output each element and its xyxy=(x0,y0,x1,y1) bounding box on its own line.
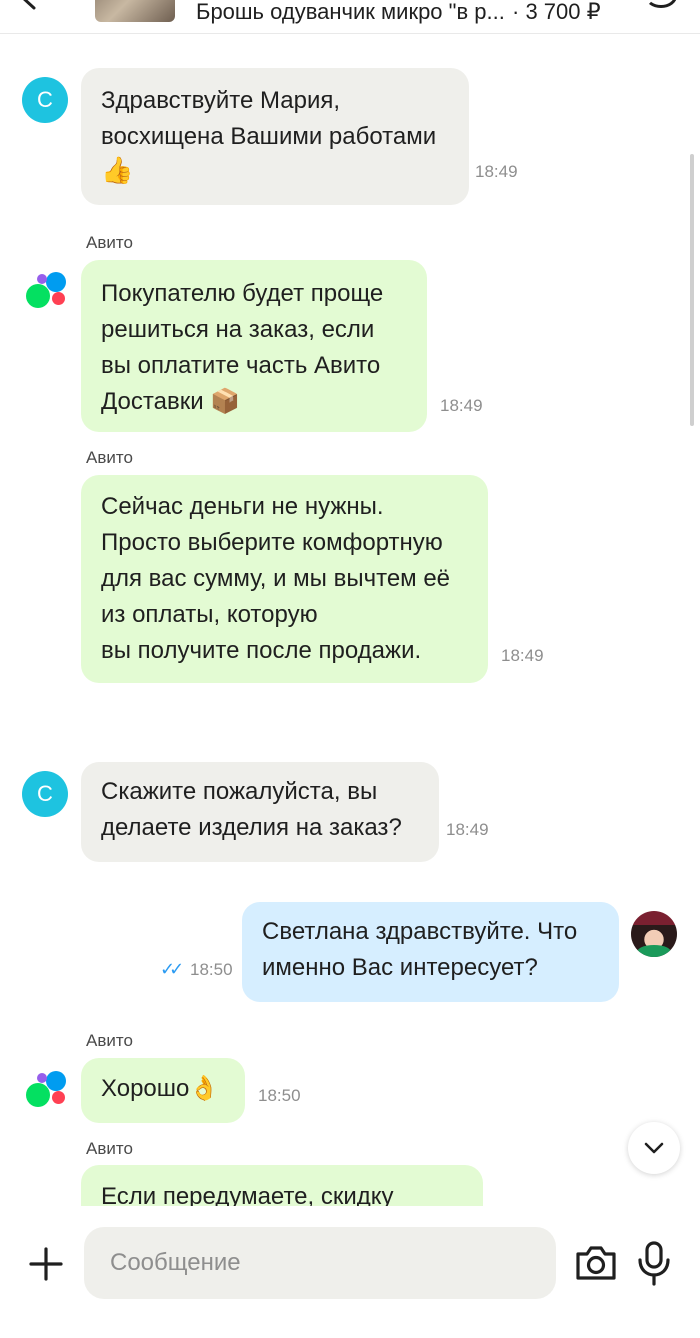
message-text: Хорошо👌 xyxy=(101,1075,220,1102)
chat-header: Брошь одуванчик микро "в р... · 3 700 ₽ xyxy=(0,0,700,34)
sender-avatar[interactable]: С xyxy=(22,77,68,123)
chevron-down-icon xyxy=(644,1142,664,1154)
message-bubble-system[interactable]: Покупателю будет проще решиться на заказ… xyxy=(81,260,427,432)
message-text: Скажите пожалуйста, вы xyxy=(101,778,378,805)
message-input-placeholder: Сообщение xyxy=(110,1249,241,1276)
camera-icon[interactable] xyxy=(574,1242,618,1284)
message-bubble-incoming[interactable]: Здравствуйте Мария, восхищена Вашими раб… xyxy=(81,68,469,205)
message-text: из оплаты, которую xyxy=(101,601,318,628)
read-checks-icon: ✓✓ xyxy=(160,959,184,979)
message-time: 18:50 xyxy=(190,960,233,979)
message-text: именно Вас интересует? xyxy=(262,954,538,981)
message-text: Просто выберите комфортную xyxy=(101,529,443,556)
message-time: 18:49 xyxy=(440,396,483,415)
message-text: Покупателю будет проще xyxy=(101,280,384,307)
sender-avatar[interactable]: С xyxy=(22,771,68,817)
message-text: вы получите после продажи. xyxy=(101,637,422,664)
microphone-icon[interactable] xyxy=(636,1240,672,1286)
avatar-letter: С xyxy=(37,781,53,806)
listing-price: · 3 700 ₽ xyxy=(512,0,601,24)
message-bubble-outgoing[interactable]: Светлана здравствуйте. Что именно Вас ин… xyxy=(242,902,619,1002)
message-bubble-system[interactable]: Сейчас деньги не нужны. Просто выберите … xyxy=(81,475,488,683)
scrollbar[interactable] xyxy=(690,154,694,426)
avito-logo-icon xyxy=(26,272,70,312)
listing-thumbnail[interactable] xyxy=(95,0,175,22)
message-composer: Сообщение xyxy=(0,1206,700,1338)
message-bubble-system[interactable]: Хорошо👌 xyxy=(81,1058,245,1123)
thumbs-up-icon: 👍 xyxy=(101,155,134,185)
avatar-letter: С xyxy=(37,87,53,112)
message-text: вы оплатите часть Авито xyxy=(101,352,381,379)
message-list[interactable]: С Здравствуйте Мария, восхищена Вашими р… xyxy=(0,34,700,1206)
message-bubble-incoming[interactable]: Скажите пожалуйста, вы делаете изделия н… xyxy=(81,762,439,862)
sender-name: Авито xyxy=(86,1139,133,1158)
message-text: Если передумаете, скидку xyxy=(101,1183,394,1206)
sender-name: Авито xyxy=(86,233,133,252)
scroll-down-button[interactable] xyxy=(628,1122,680,1174)
message-time: 18:50 xyxy=(258,1086,301,1105)
message-text: восхищена Вашими работами xyxy=(101,123,437,150)
sender-name: Авито xyxy=(86,448,133,467)
message-text: Светлана здравствуйте. Что xyxy=(262,918,578,945)
message-text: для вас сумму, и мы вычтем её xyxy=(101,565,451,592)
message-time: 18:49 xyxy=(446,820,489,839)
message-text: делаете изделия на заказ? xyxy=(101,814,402,841)
message-bubble-system[interactable]: Если передумаете, скидку xyxy=(81,1165,483,1206)
message-text: Сейчас деньги не нужны. xyxy=(101,493,384,520)
message-text: решиться на заказ, если xyxy=(101,316,375,343)
message-input[interactable]: Сообщение xyxy=(84,1227,556,1299)
message-text: Доставки 📦 xyxy=(101,388,241,415)
back-arrow-icon[interactable] xyxy=(14,0,44,12)
message-time: 18:49 xyxy=(475,162,518,181)
plus-icon[interactable] xyxy=(26,1244,66,1284)
listing-title[interactable]: Брошь одуванчик микро "в р... xyxy=(196,0,505,24)
message-time: 18:49 xyxy=(501,646,544,665)
sender-name: Авито xyxy=(86,1031,133,1050)
message-text: Здравствуйте Мария, xyxy=(101,87,341,114)
my-avatar[interactable] xyxy=(631,911,677,957)
more-icon[interactable] xyxy=(645,0,677,8)
avito-logo-icon xyxy=(26,1071,70,1111)
